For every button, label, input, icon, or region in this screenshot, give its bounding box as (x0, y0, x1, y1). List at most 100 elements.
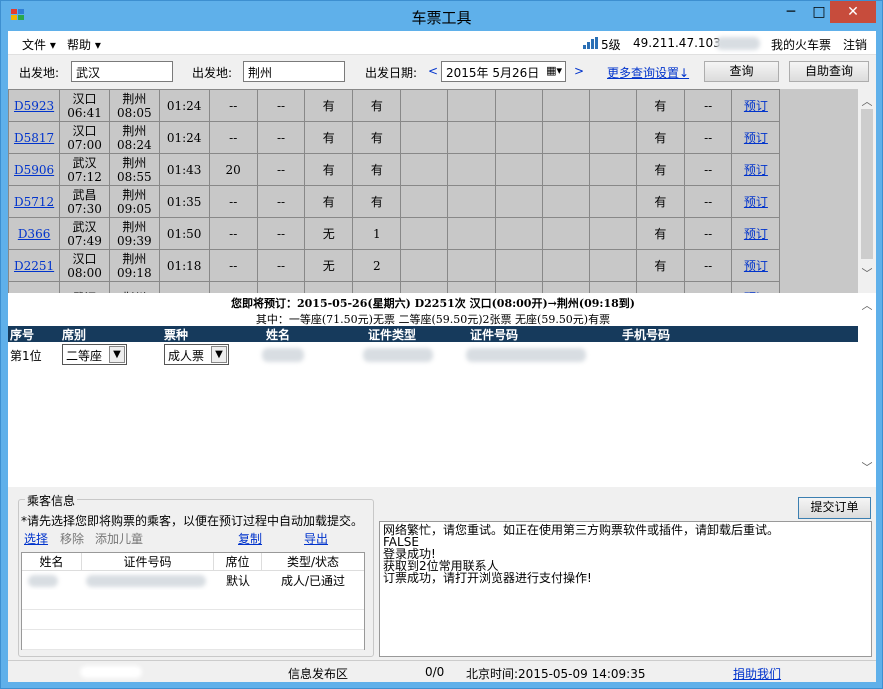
train-row[interactable]: D5906 武汉 07:12 荆州 08:55 01:43 20 -- 有有有 -- 预订 (8, 153, 858, 186)
my-tickets-link[interactable]: 我的火车票 (771, 36, 831, 53)
train-no-link[interactable]: D5906 (14, 163, 54, 177)
train-no-cell[interactable]: D5712 (8, 185, 61, 218)
date-picker[interactable]: 2015年 5月26日 ▦▾ (441, 61, 566, 82)
seat-cell: 有 (635, 121, 685, 154)
minimize-button[interactable]: ─ (776, 1, 806, 23)
remove-passenger-link[interactable]: 移除 (60, 530, 84, 547)
book-cell[interactable]: 预订 (731, 153, 781, 186)
train-row[interactable]: D5712 武昌 07:30 荆州 09:05 01:35 -- -- 有有有 -- 预订 (8, 185, 858, 218)
passenger-hint: *请先选择您即将购票的乘客，以便在预订过程中自动加载提交。 (21, 514, 364, 528)
seat-cell (494, 249, 543, 282)
chevron-down-icon[interactable]: ▼ (211, 346, 227, 363)
scroll-thumb[interactable] (861, 109, 873, 259)
seat-availability: 有 (654, 130, 667, 145)
scroll-up-icon[interactable]: ︿ (861, 297, 873, 312)
close-button[interactable]: ✕ (830, 1, 876, 23)
scroll-down-icon[interactable]: ﹀ (861, 265, 873, 280)
next-date-button[interactable]: > (574, 64, 584, 78)
train-no-link[interactable]: D2251 (14, 259, 54, 273)
title-bar[interactable]: 车票工具 ─ □ ✕ (1, 1, 882, 31)
seat-availability: -- (277, 194, 286, 209)
train-no-link[interactable]: D5712 (14, 195, 54, 209)
train-row[interactable]: 武汉荆州 预订 (8, 281, 858, 293)
seat-cell: -- (683, 89, 733, 122)
prev-date-button[interactable]: < (428, 64, 438, 78)
date-label: 出发日期: (365, 66, 418, 80)
more-settings-link[interactable]: 更多查询设置↓ (607, 64, 689, 81)
train-no-cell[interactable]: D5923 (8, 89, 61, 122)
seat-cell: 1 (352, 217, 402, 250)
seat-availability: -- (277, 130, 286, 145)
seat-select[interactable]: 二等座 ▼ (62, 344, 127, 365)
query-button[interactable]: 查询 (704, 61, 779, 82)
book-cell[interactable]: 预订 (731, 281, 781, 293)
book-link[interactable]: 预订 (744, 131, 768, 145)
from-input[interactable]: 武汉 (71, 61, 173, 82)
train-no-cell[interactable]: D5906 (8, 153, 61, 186)
arr-time: 09:18 (117, 265, 152, 280)
train-row[interactable]: D2251 汉口 08:00 荆州 09:18 01:18 -- -- 无 2 有 -- 预订 (8, 249, 858, 282)
train-no-cell[interactable]: D366 (8, 217, 61, 250)
seat-cell (304, 281, 354, 293)
book-link[interactable]: 预订 (744, 195, 768, 209)
seat-cell (447, 121, 496, 154)
train-row[interactable]: D5817 汉口 07:00 荆州 08:24 01:24 -- -- 有有有 -- 预订 (8, 121, 858, 154)
book-link[interactable]: 预订 (744, 163, 768, 177)
seat-cell: 有 (352, 89, 402, 122)
train-no-cell[interactable] (8, 281, 61, 293)
calendar-dropdown-icon[interactable]: ▦▾ (546, 64, 562, 77)
book-cell[interactable]: 预订 (731, 89, 781, 122)
dep-time: 07:12 (67, 169, 102, 184)
donate-link[interactable]: 捐助我们 (733, 665, 781, 682)
book-link[interactable]: 预订 (744, 99, 768, 113)
info-area-label: 信息发布区 (288, 667, 349, 681)
menu-file[interactable]: 文件 ▾ (22, 36, 56, 53)
chevron-down-icon[interactable]: ▼ (109, 346, 125, 363)
seat-cell (447, 217, 496, 250)
train-no-link[interactable]: D5817 (14, 131, 54, 145)
grid-scrollbar[interactable]: ︿ ﹀ (858, 89, 876, 293)
logout-link[interactable]: 注销 (843, 36, 867, 53)
booking-scrollbar[interactable]: ︿ ﹀ (858, 293, 876, 487)
menu-help[interactable]: 帮助 ▾ (67, 36, 101, 53)
to-label: 出发地: (192, 66, 233, 80)
export-link[interactable]: 导出 (304, 530, 328, 547)
book-cell[interactable]: 预订 (731, 249, 781, 282)
departure-cell: 武昌 07:30 (59, 185, 110, 218)
duration: 01:43 (166, 162, 202, 177)
ticket-type-select[interactable]: 成人票 ▼ (164, 344, 229, 365)
seat-cell: -- (208, 249, 258, 282)
train-no-cell[interactable]: D2251 (8, 249, 61, 282)
to-input[interactable]: 荆州 (243, 61, 345, 82)
seat-cell (494, 217, 543, 250)
redacted-id-no (466, 348, 586, 362)
seat-availability: 有 (654, 162, 667, 177)
train-row[interactable]: D366 武汉 07:49 荆州 09:39 01:50 -- -- 无 1 有 -- 预订 (8, 217, 858, 250)
to-station: 荆州 (122, 251, 147, 266)
book-cell[interactable]: 预订 (731, 185, 781, 218)
scroll-up-icon[interactable]: ︿ (861, 93, 873, 108)
train-no-link[interactable]: D366 (18, 227, 51, 241)
seat-cell (588, 281, 637, 293)
add-child-link[interactable]: 添加儿童 (95, 530, 143, 547)
auto-query-button[interactable]: 自助查询 (789, 61, 869, 82)
train-no-link[interactable]: D5923 (14, 99, 54, 113)
book-link[interactable]: 预订 (744, 227, 768, 241)
seat-cell: 无 (304, 217, 354, 250)
dep-time: 06:41 (67, 105, 102, 120)
maximize-button[interactable]: □ (808, 1, 830, 23)
submit-order-button[interactable]: 提交订单 (798, 497, 871, 519)
duration-cell: 01:35 (158, 185, 210, 218)
scroll-down-icon[interactable]: ﹀ (861, 459, 873, 474)
book-cell[interactable]: 预订 (731, 121, 781, 154)
book-link[interactable]: 预订 (744, 259, 768, 273)
train-row[interactable]: D5923 汉口 06:41 荆州 08:05 01:24 -- -- 有有有 -- 预订 (8, 89, 858, 122)
train-no-cell[interactable]: D5817 (8, 121, 61, 154)
seat-cell: 有 (635, 153, 685, 186)
book-cell[interactable]: 预订 (731, 217, 781, 250)
booking-summary: 您即将预订：2015-05-26(星期六) D2251次 汉口(08:00开)→… (231, 297, 635, 310)
copy-link[interactable]: 复制 (238, 530, 262, 547)
select-passenger-link[interactable]: 选择 (24, 530, 48, 547)
seat-cell (635, 281, 685, 293)
arr-time: 08:24 (117, 137, 152, 152)
